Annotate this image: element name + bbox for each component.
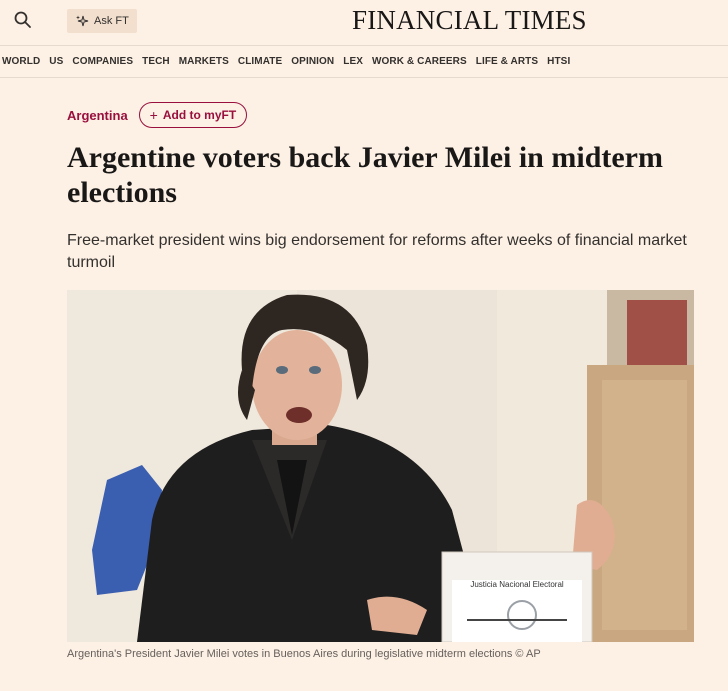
nav-item-life-arts[interactable]: LIFE & ARTS [476, 56, 538, 67]
topic-row: Argentina + Add to myFT [67, 102, 248, 128]
main-nav: WORLD US COMPANIES TECH MARKETS CLIMATE … [0, 45, 728, 78]
sparkle-icon [76, 15, 89, 27]
masthead-logo[interactable]: FINANCIAL TIMES [352, 5, 587, 36]
nav-item-htsi[interactable]: HTSI [547, 56, 570, 67]
add-to-myft-button[interactable]: + Add to myFT [138, 102, 248, 128]
plus-icon: + [149, 107, 158, 123]
article-headline: Argentine voters back Javier Milei in mi… [67, 141, 663, 209]
search-icon[interactable] [12, 9, 34, 31]
ask-ft-button[interactable]: Ask FT [67, 9, 137, 33]
add-to-myft-label: Add to myFT [162, 108, 237, 122]
photo-caption: Argentina's President Javier Milei votes… [67, 648, 541, 660]
nav-item-us[interactable]: US [49, 56, 63, 67]
top-bar: Ask FT FINANCIAL TIMES [0, 0, 728, 44]
ballot-box-label: Justicia Nacional Electoral [470, 580, 564, 589]
nav-item-work-careers[interactable]: WORK & CAREERS [372, 56, 467, 67]
nav-item-world[interactable]: WORLD [2, 56, 40, 67]
nav-item-tech[interactable]: TECH [142, 56, 170, 67]
topic-link[interactable]: Argentina [67, 108, 128, 123]
nav-item-lex[interactable]: LEX [343, 56, 363, 67]
nav-item-climate[interactable]: CLIMATE [238, 56, 282, 67]
article-standfirst: Free-market president wins big endorseme… [67, 232, 687, 271]
nav-item-companies[interactable]: COMPANIES [72, 56, 133, 67]
nav-item-markets[interactable]: MARKETS [179, 56, 229, 67]
ask-ft-label: Ask FT [94, 15, 129, 27]
nav-item-opinion[interactable]: OPINION [291, 56, 334, 67]
article-photo: Justicia Nacional Electoral [67, 290, 694, 642]
